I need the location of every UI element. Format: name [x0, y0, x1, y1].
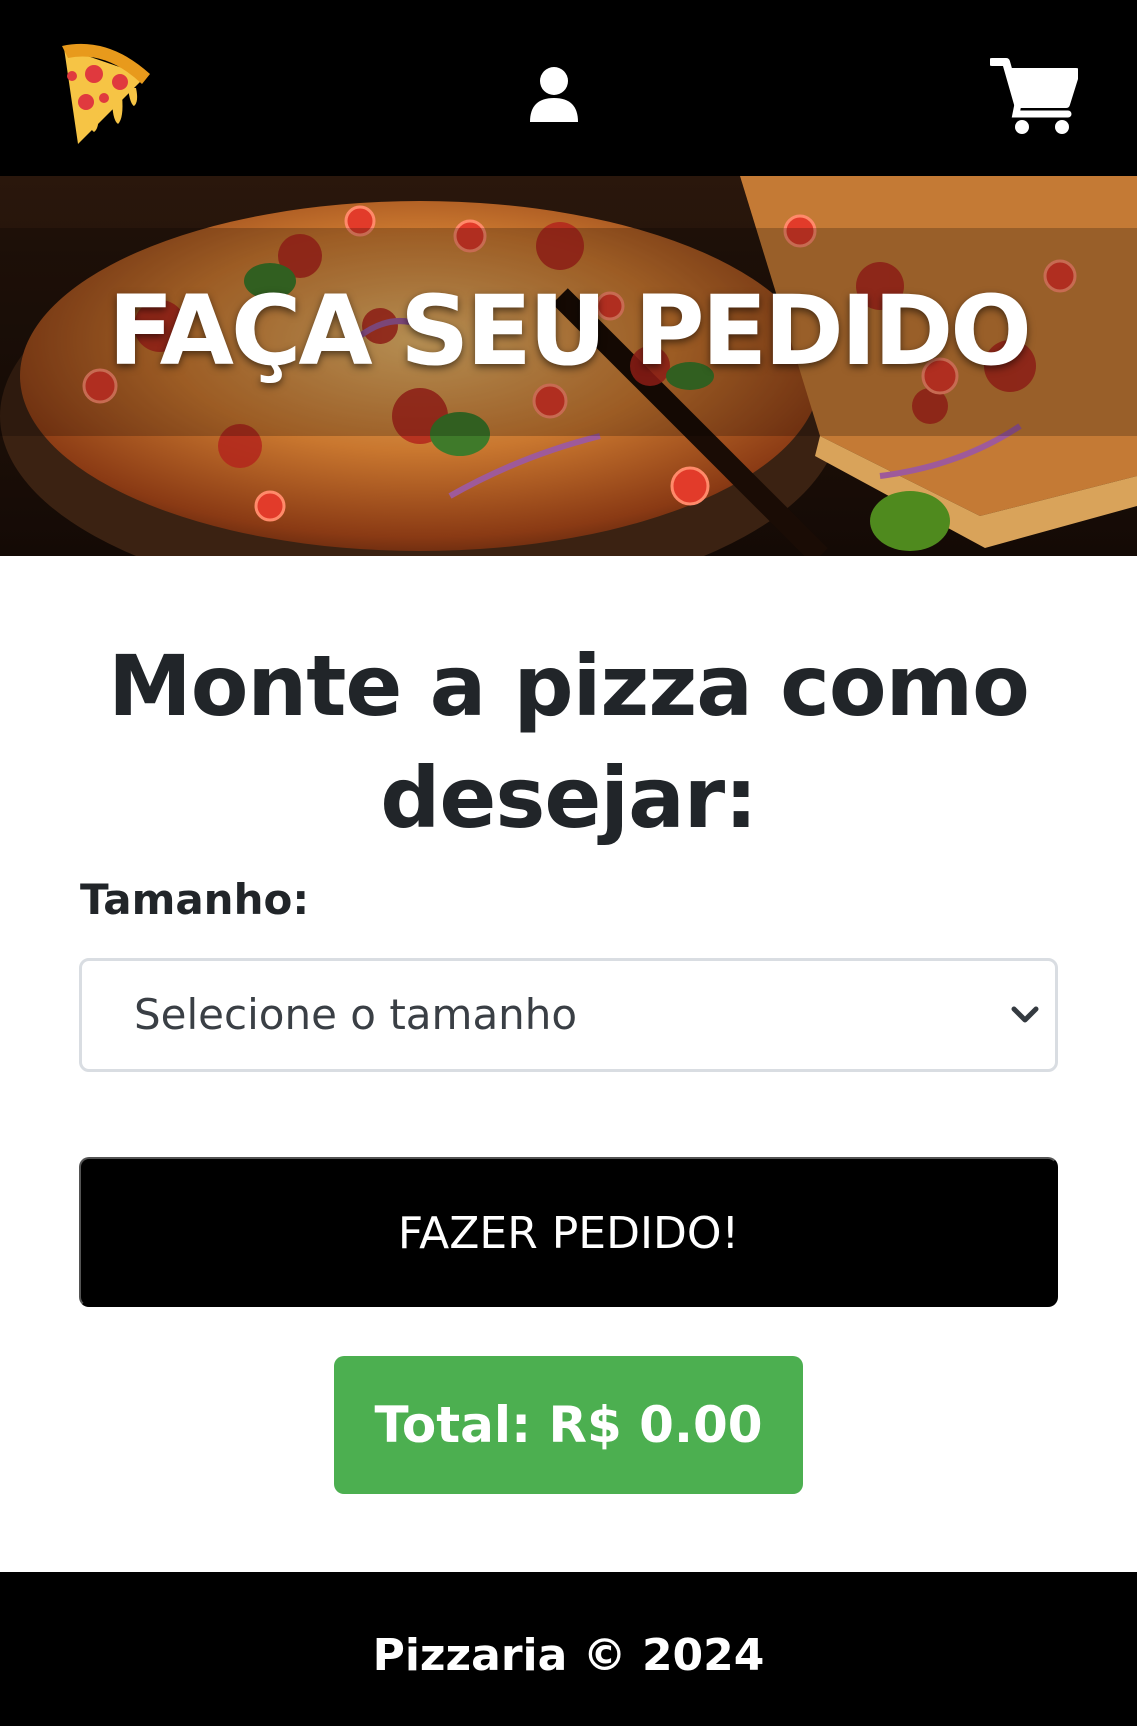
size-select[interactable]: Selecione o tamanho — [79, 958, 1058, 1072]
pizza-order-page: FAÇA SEU PEDIDO Monte a pizza como desej… — [0, 0, 1137, 1726]
user-icon[interactable] — [528, 66, 580, 122]
footer: Pizzaria © 2024 — [0, 1572, 1137, 1726]
chevron-down-icon — [1009, 999, 1041, 1031]
page-title: Monte a pizza como desejar: — [108, 637, 1030, 847]
hero-banner: FAÇA SEU PEDIDO — [0, 176, 1137, 556]
footer-copyright: Pizzaria © 2024 — [372, 1630, 765, 1681]
size-label: Tamanho: — [80, 875, 310, 924]
size-select-value: Selecione o tamanho — [134, 990, 578, 1039]
pizza-slice-icon[interactable] — [58, 40, 152, 148]
place-order-button[interactable]: FAZER PEDIDO! — [79, 1157, 1058, 1307]
top-navbar — [0, 0, 1137, 176]
hero-title: FAÇA SEU PEDIDO — [108, 275, 1032, 387]
total-price-badge: Total: R$ 0.00 — [334, 1356, 803, 1494]
shopping-cart-icon[interactable] — [988, 58, 1080, 136]
